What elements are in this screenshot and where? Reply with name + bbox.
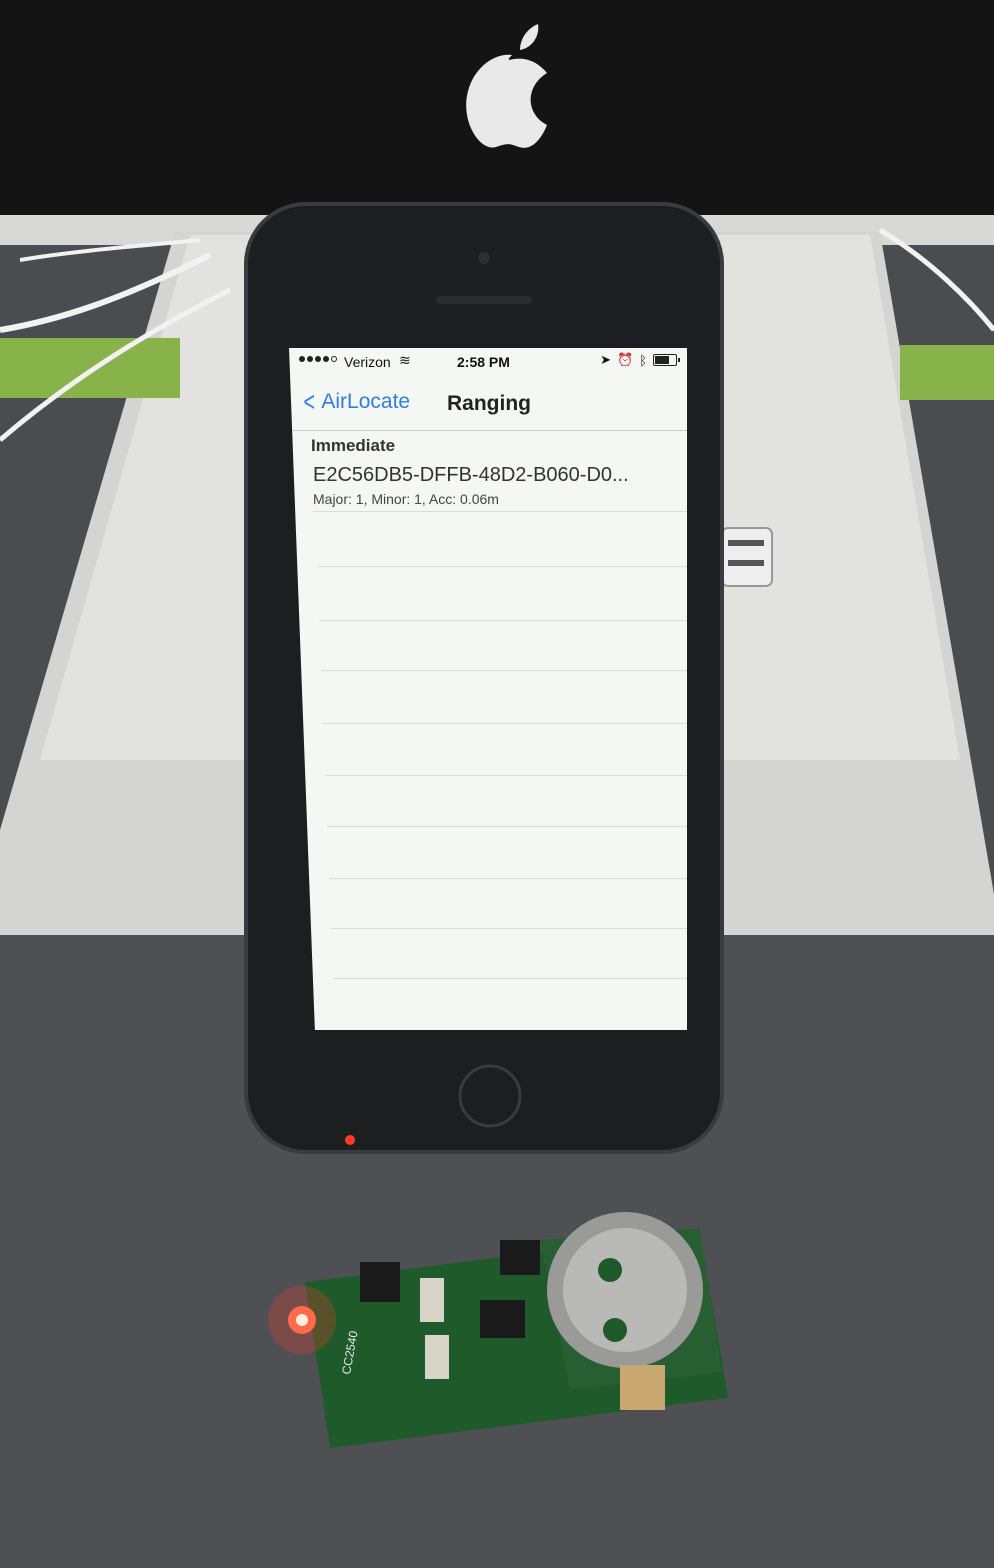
row-separator (327, 826, 687, 827)
beacon-details: Major: 1, Minor: 1, Acc: 0.06m (313, 491, 499, 507)
row-separator (325, 775, 687, 776)
row-separator (321, 670, 687, 671)
nav-title: Ranging (447, 392, 531, 415)
row-separator (317, 566, 687, 567)
back-button-label: AirLocate (321, 390, 411, 413)
location-arrow-icon: ➤ (600, 352, 611, 367)
section-header: Immediate (311, 436, 396, 455)
row-separator (329, 878, 687, 879)
carrier-label: Verizon (344, 354, 391, 370)
row-separator (323, 723, 687, 724)
alarm-icon: ⏰ (617, 352, 634, 367)
navigation-bar: < AirLocate Ranging (289, 378, 687, 431)
usb-stick (721, 527, 773, 587)
bluetooth-icon: ᛒ (639, 352, 647, 368)
status-bar: Verizon ≋ 2:58 PM ➤ ⏰ ᛒ (289, 348, 687, 374)
battery-icon (653, 354, 680, 366)
signal-strength-icon (299, 356, 337, 362)
status-time: 2:58 PM (457, 354, 510, 370)
row-separator (319, 620, 687, 621)
chevron-left-icon: < (303, 386, 315, 417)
red-led (268, 1286, 336, 1354)
row-separator (313, 511, 687, 512)
back-button[interactable]: < AirLocate (301, 386, 411, 417)
row-separator (333, 978, 687, 979)
beacon-cell[interactable]: E2C56DB5-DFFB-48D2-B060-D0... Major: 1, … (313, 464, 673, 507)
wifi-icon: ≋ (399, 352, 411, 368)
iphone-screen: Verizon ≋ 2:58 PM ➤ ⏰ ᛒ < AirLocate Rang… (289, 348, 687, 1030)
beacon-uuid: E2C56DB5-DFFB-48D2-B060-D0... (313, 464, 629, 486)
row-separator (331, 928, 687, 929)
